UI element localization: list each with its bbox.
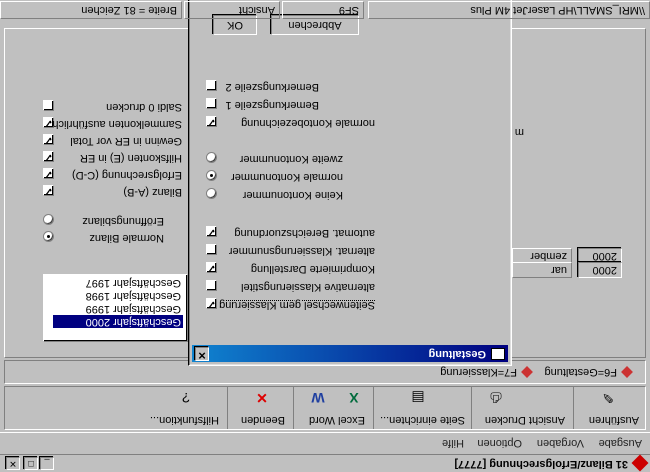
dialog-icon	[491, 348, 505, 360]
excel-icon: X	[349, 390, 359, 406]
minimize-icon[interactable]: _	[40, 457, 54, 470]
checkbox-erfolgsrechnung[interactable]: ✓	[43, 168, 54, 179]
komprimiert-label: Komprimierte Darstellung	[250, 263, 375, 275]
list-item-selected[interactable]: Geschäftsjahr 2000	[53, 315, 183, 328]
alt-nummer-label: alternat. Klassierungsnummer	[228, 245, 375, 257]
hilfskonten-label: Hilfskonten (E) in ER	[79, 152, 182, 164]
bemerkung1-label: Bemerkungszeile 1	[225, 99, 319, 111]
toolbar-run[interactable]: Ausführen ✎	[573, 387, 645, 429]
eroeffnungsbilanz-label: Eröffnungsbilanz	[82, 215, 164, 227]
menu-vorgaben[interactable]: Vorgaben	[537, 437, 584, 449]
keine-kontonummer-label: Keine Kontonummer	[242, 189, 343, 201]
close-icon[interactable]: ✕	[6, 457, 20, 470]
width-field: Breite = 81 Zeichen	[0, 1, 182, 19]
saldi-label: Saldi 0 drucken	[106, 101, 182, 113]
bereichszuordnung-label: automat. Bereichszuordnung	[234, 227, 375, 239]
dialog-close-icon[interactable]: ✕	[195, 347, 209, 361]
alt-titel-label: alternative Klassierungstitel	[241, 281, 375, 293]
f7-label: F7=Klassierung	[440, 366, 517, 378]
view-print-label: Ansicht Drucken	[484, 414, 565, 426]
gewinn-label: Gewinn in ER vor Total	[70, 135, 182, 147]
printer-field: \\MRI_SMALL\HP LaserJet 4M Plus	[368, 1, 650, 19]
normale-bilanz-label: Normale Bilanz	[89, 232, 164, 244]
shortcut-f7[interactable]: F7=Klassierung	[440, 365, 533, 378]
help-icon: ?	[182, 390, 190, 406]
bemerkung2-label: Bemerkungszeile 2	[225, 81, 319, 93]
january-label: uar	[512, 262, 572, 278]
normale-kontonummer-label: normale Kontonummer	[231, 171, 343, 183]
year-list[interactable]: Geschäftsjahr 1997 Geschäftsjahr 1998 Ge…	[43, 274, 188, 342]
toolbar-help[interactable]: Hilfsfunktion... ?	[141, 387, 227, 429]
radio-eroeffnungsbilanz[interactable]	[43, 214, 54, 225]
menu-optionen[interactable]: Optionen	[477, 437, 522, 449]
checkbox-seitenwechsel[interactable]: ✓	[206, 298, 217, 309]
radio-normale-bilanz[interactable]	[43, 231, 54, 242]
printer-icon: ⎙	[490, 390, 502, 406]
title-bar: 31 Bilanz/Erfolgsrechnung [7777] _ □ ✕	[0, 454, 650, 472]
january-value[interactable]: 2000	[578, 262, 622, 278]
dialog-title: Gestaltung	[428, 348, 486, 360]
f7-icon	[521, 365, 533, 378]
status-bar: \\MRI_SMALL\HP LaserJet 4M Plus SF9 Ansi…	[0, 0, 650, 20]
checkbox-gewinn[interactable]: ✓	[43, 134, 54, 145]
menu-hilfe[interactable]: Hilfe	[442, 437, 464, 449]
toolbar-exit[interactable]: Beenden ✕	[227, 387, 293, 429]
pen-icon: ✎	[602, 390, 614, 406]
toolbar-page-setup[interactable]: Seite einrichten... ▤	[373, 387, 471, 429]
checkbox-alt-nummer[interactable]	[206, 244, 217, 255]
help-label: Hilfsfunktion...	[149, 414, 219, 426]
checkbox-saldi[interactable]	[43, 100, 54, 111]
zweite-kontonummer-label: zweite Kontonummer	[239, 153, 343, 165]
checkbox-bemerkung1[interactable]	[206, 98, 217, 109]
seitenwechsel-label: Seitenwechsel gem Klassierung	[219, 299, 375, 311]
menu-ausgabe[interactable]: Ausgabe	[599, 437, 642, 449]
dialog-title-bar: Gestaltung ✕	[192, 345, 508, 362]
word-icon: W	[311, 390, 325, 406]
page-setup-icon: ▤	[411, 390, 425, 406]
exit-label: Beenden	[240, 414, 285, 426]
excel-word-label: Excel Word	[308, 414, 365, 426]
radio-normale-kontonummer[interactable]	[206, 170, 217, 181]
f6-label: F6=Gestaltung	[544, 366, 617, 378]
toolbar-view-print[interactable]: Ansicht Drucken ⎙	[471, 387, 573, 429]
ansicht-field: Ansicht	[184, 1, 280, 19]
app-icon	[631, 454, 649, 472]
maximize-icon[interactable]: □	[24, 457, 38, 470]
shortcut-f6[interactable]: F6=Gestaltung	[544, 365, 633, 378]
gestaltung-dialog: Gestaltung ✕ ✓ Seitenwechsel gem Klassie…	[188, 0, 512, 366]
menu-bar: Ausgabe Vorgaben Optionen Hilfe	[0, 432, 650, 452]
window: 31 Bilanz/Erfolgsrechnung [7777] _ □ ✕ A…	[0, 0, 650, 472]
erfolgsrechnung-label: Erfolgsrechnung (C-D)	[71, 169, 182, 181]
kontobezeichnung-label: normale Kontobezeichnung	[241, 117, 375, 129]
toolbar: Ausführen ✎ Ansicht Drucken ⎙ Seite einr…	[4, 386, 646, 430]
checkbox-bilanz[interactable]: ✓	[43, 185, 54, 196]
f6-icon	[621, 365, 633, 378]
sf9-field: SF9	[282, 1, 364, 19]
toolbar-excel-word[interactable]: Excel Word X W	[293, 387, 373, 429]
list-item[interactable]: Geschäftsjahr 1999	[53, 302, 183, 315]
radio-zweite-kontonummer[interactable]	[206, 152, 217, 163]
page-setup-label: Seite einrichten...	[380, 414, 465, 426]
bilanz-label: Bilanz (A-B)	[123, 186, 182, 198]
list-item[interactable]: Geschäftsjahr 1997	[53, 276, 183, 289]
radio-keine-kontonummer[interactable]	[206, 188, 217, 199]
checkbox-kontobezeichnung[interactable]: ✓	[206, 116, 217, 127]
partial-label: m	[514, 126, 524, 138]
list-item[interactable]: Geschäftsjahr 1998	[53, 289, 183, 302]
sammelkonten-label: Sammelkonten ausführlich	[52, 118, 182, 130]
window-title: 31 Bilanz/Erfolgsrechnung [7777]	[454, 458, 628, 470]
exit-icon: ✕	[256, 390, 268, 406]
checkbox-hilfskonten[interactable]: ✓	[43, 151, 54, 162]
checkbox-komprimiert[interactable]: ✓	[206, 262, 217, 273]
checkbox-bemerkung2[interactable]	[206, 80, 217, 91]
checkbox-bereichszuordnung[interactable]: ✓	[206, 226, 217, 237]
checkbox-alt-titel[interactable]	[206, 280, 217, 291]
run-label: Ausführen	[588, 414, 639, 426]
